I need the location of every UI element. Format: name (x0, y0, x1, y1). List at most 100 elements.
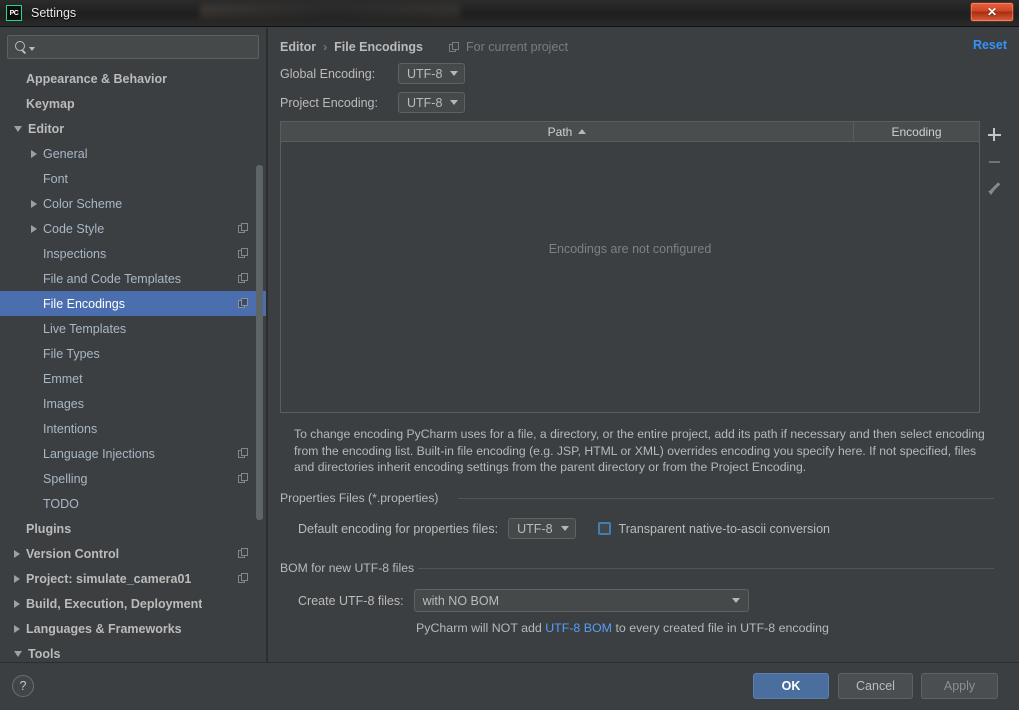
sidebar-item-label: Build, Execution, Deployment (26, 596, 203, 611)
create-utf8-label: Create UTF-8 files: (298, 593, 404, 608)
create-utf8-row: Create UTF-8 files: with NO BOM (298, 589, 749, 612)
sidebar-item-label: Intentions (43, 421, 98, 436)
sidebar-item-intentions[interactable]: Intentions (0, 416, 266, 441)
project-scope-icon (238, 473, 249, 484)
sidebar-scrollbar[interactable] (256, 165, 263, 520)
project-encoding-label: Project Encoding: (280, 95, 378, 110)
remove-encoding-button[interactable] (982, 148, 1006, 175)
sidebar-item-keymap[interactable]: Keymap (0, 91, 266, 116)
sidebar-item-inspections[interactable]: Inspections (0, 241, 266, 266)
sidebar-item-todo[interactable]: TODO (0, 491, 266, 516)
table-body: Encodings are not configured (281, 142, 979, 412)
bom-hint-prefix: PyCharm will NOT add (416, 621, 546, 635)
chevron-right-icon[interactable] (14, 624, 20, 633)
sidebar-item-spelling[interactable]: Spelling (0, 466, 266, 491)
chevron-right-icon[interactable] (14, 549, 20, 558)
sidebar-item-color-scheme[interactable]: Color Scheme (0, 191, 266, 216)
sidebar-item-label: General (43, 146, 88, 161)
sidebar-item-label: Color Scheme (43, 196, 123, 211)
sidebar-item-label: Tools (28, 646, 61, 661)
sidebar-item-file-encodings[interactable]: File Encodings (0, 291, 266, 316)
chevron-down-icon[interactable] (14, 125, 22, 132)
reset-link[interactable]: Reset (973, 38, 1007, 52)
sidebar-item-live-templates[interactable]: Live Templates (0, 316, 266, 341)
sidebar-item-label: TODO (43, 496, 79, 511)
column-header-path[interactable]: Path (281, 122, 854, 141)
global-encoding-row: Global Encoding: UTF-8 (280, 63, 466, 84)
sidebar-item-font[interactable]: Font (0, 166, 266, 191)
sidebar-item-languages-frameworks[interactable]: Languages & Frameworks (0, 616, 266, 641)
project-scope-icon (238, 548, 249, 559)
search-icon (15, 40, 28, 54)
help-button[interactable]: ? (12, 675, 34, 697)
chevron-right-icon[interactable] (14, 574, 20, 583)
breadcrumb-parent[interactable]: Editor (280, 40, 316, 54)
project-scope-icon (238, 248, 249, 259)
create-utf8-select[interactable]: with NO BOM (413, 589, 749, 612)
sidebar-item-label: Images (43, 396, 84, 411)
edit-encoding-button[interactable] (982, 175, 1006, 202)
properties-section-title: Properties Files (*.properties) (280, 491, 446, 505)
global-encoding-select[interactable]: UTF-8 (398, 63, 466, 84)
chevron-down-icon (450, 71, 459, 76)
scope-note: For current project (449, 40, 568, 54)
chevron-right-icon[interactable] (31, 224, 37, 233)
project-encoding-select[interactable]: UTF-8 (398, 92, 466, 113)
sidebar-item-label: Keymap (26, 96, 75, 111)
sidebar-item-label: Project: simulate_camera01 (26, 571, 192, 586)
project-encoding-value: UTF-8 (407, 95, 443, 110)
sidebar-item-version-control[interactable]: Version Control (0, 541, 266, 566)
close-icon[interactable]: ✕ (970, 2, 1014, 22)
sidebar-item-build-execution-deployment[interactable]: Build, Execution, Deployment (0, 591, 266, 616)
project-scope-icon (238, 298, 249, 309)
chevron-right-icon[interactable] (31, 149, 37, 158)
project-scope-icon (238, 223, 249, 234)
properties-encoding-select[interactable]: UTF-8 (508, 518, 576, 539)
sidebar-item-file-types[interactable]: File Types (0, 341, 266, 366)
sidebar-item-label: Spelling (43, 471, 88, 486)
chevron-right-icon[interactable] (31, 199, 37, 208)
apply-button[interactable]: Apply (921, 673, 998, 699)
sidebar-item-tools[interactable]: Tools (0, 641, 266, 662)
sidebar-item-label: Languages & Frameworks (26, 621, 182, 636)
properties-encoding-row: Default encoding for properties files: U… (298, 518, 830, 539)
sidebar-item-appearance-behavior[interactable]: Appearance & Behavior (0, 66, 266, 91)
cancel-button[interactable]: Cancel (838, 673, 913, 699)
sidebar-item-code-style[interactable]: Code Style (0, 216, 266, 241)
sidebar-item-file-and-code-templates[interactable]: File and Code Templates (0, 266, 266, 291)
dialog-footer: ? OK Cancel Apply (0, 662, 1019, 710)
sidebar-item-label: Live Templates (43, 321, 127, 336)
bom-hint-link[interactable]: UTF-8 BOM (545, 621, 612, 635)
sidebar-item-images[interactable]: Images (0, 391, 266, 416)
sidebar-item-general[interactable]: General (0, 141, 266, 166)
native-to-ascii-checkbox[interactable] (597, 522, 611, 535)
add-encoding-button[interactable] (982, 121, 1006, 148)
breadcrumb-separator: › (323, 40, 328, 54)
search-input[interactable] (7, 35, 259, 59)
sidebar-item-editor[interactable]: Editor (0, 116, 266, 141)
sidebar-item-label: Language Injections (43, 446, 155, 461)
project-scope-icon (238, 273, 249, 284)
sidebar-item-label: Version Control (26, 546, 120, 561)
sidebar-item-label: Appearance & Behavior (26, 71, 168, 86)
chevron-down-icon (560, 526, 569, 531)
sidebar-item-plugins[interactable]: Plugins (0, 516, 266, 541)
minus-icon (988, 160, 1000, 163)
chevron-right-icon[interactable] (14, 599, 20, 608)
encodings-table[interactable]: Path Encoding Encodings are not configur… (280, 121, 980, 413)
encodings-description: To change encoding PyCharm uses for a fi… (294, 427, 985, 474)
properties-encoding-value: UTF-8 (517, 521, 553, 536)
chevron-down-icon[interactable] (14, 650, 22, 657)
chevron-down-icon (450, 100, 459, 105)
sidebar-item-label: Inspections (43, 246, 107, 261)
chevron-down-icon (731, 598, 740, 603)
sidebar-item-language-injections[interactable]: Language Injections (0, 441, 266, 466)
create-utf8-value: with NO BOM (422, 593, 499, 608)
sidebar-item-emmet[interactable]: Emmet (0, 366, 266, 391)
column-header-encoding[interactable]: Encoding (854, 122, 979, 141)
sidebar-item-project-simulate-camera01[interactable]: Project: simulate_camera01 (0, 566, 266, 591)
sidebar-item-label: Emmet (43, 371, 83, 386)
breadcrumb-current: File Encodings (334, 40, 424, 54)
chevron-down-icon (29, 47, 35, 51)
ok-button[interactable]: OK (753, 673, 829, 699)
